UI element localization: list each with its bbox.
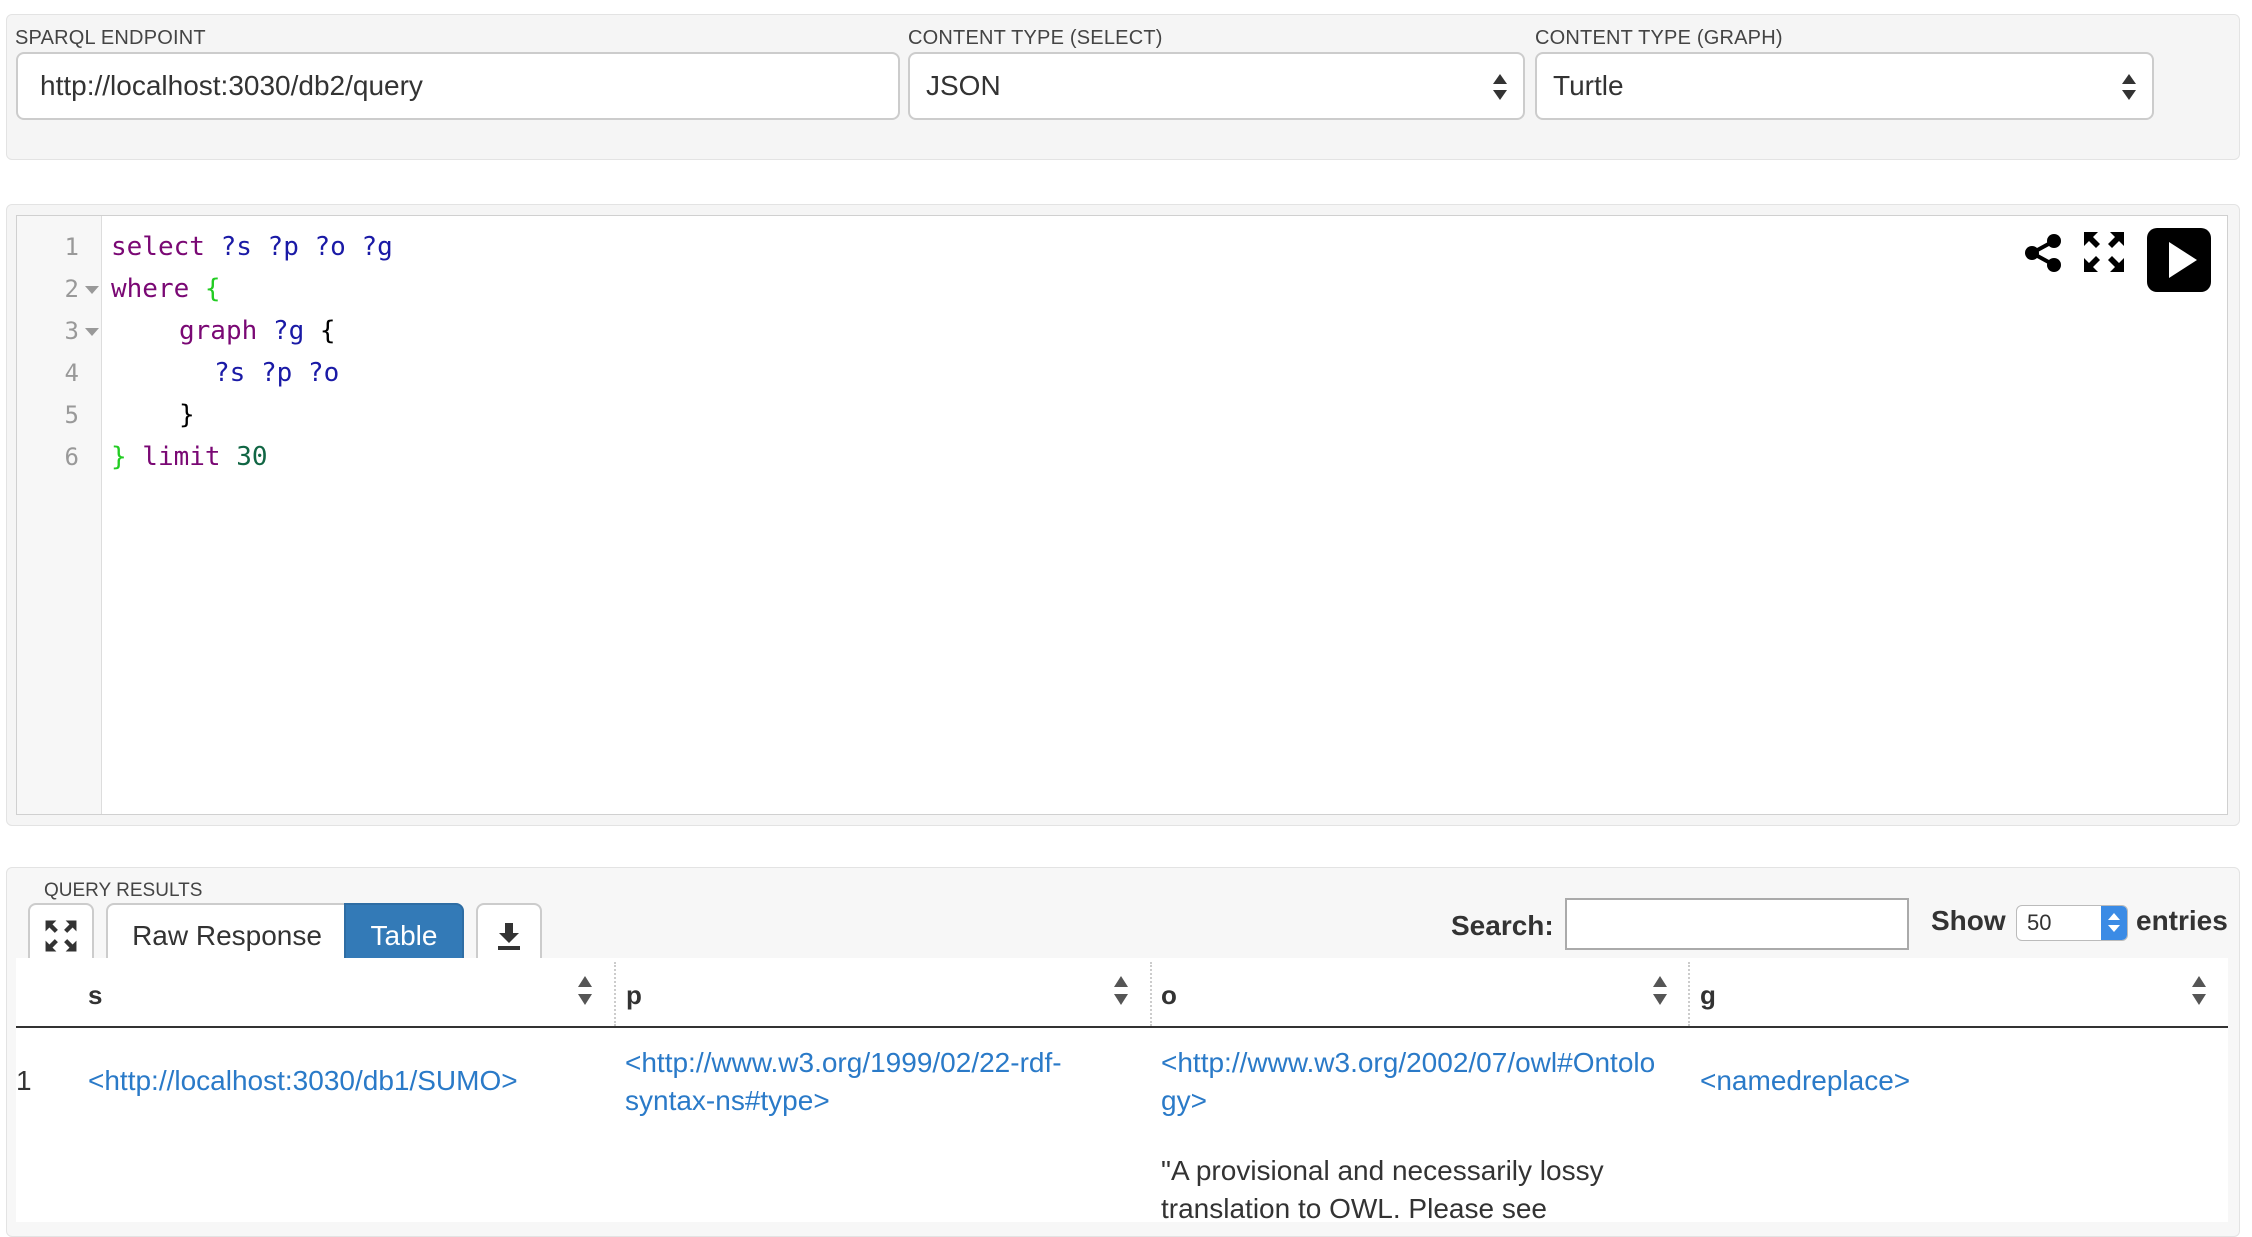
entries-label: entries (2136, 905, 2228, 936)
column-separator (1688, 962, 1690, 1026)
endpoint-label: SPARQL ENDPOINT (15, 27, 206, 49)
sort-icon[interactable] (578, 976, 592, 1008)
download-icon (498, 923, 520, 950)
select-type-label: CONTENT TYPE (SELECT) (908, 27, 1163, 49)
code-line: where { (111, 274, 221, 304)
select-arrows-icon (1493, 74, 1507, 102)
line-number: 3 (64, 317, 79, 345)
results-label: QUERY RESULTS (44, 880, 203, 901)
sort-icon[interactable] (2192, 976, 2206, 1008)
graph-content-type-dropdown[interactable]: Turtle (1535, 52, 2154, 120)
cell-g-link[interactable]: <namedreplace> (1700, 1062, 1910, 1100)
select-content-type-value: JSON (926, 70, 1001, 101)
code-line: } limit 30 (111, 442, 268, 472)
fullscreen-icon[interactable] (2082, 230, 2126, 274)
show-label: Show (1931, 905, 2006, 936)
select-arrows-icon (2122, 74, 2136, 102)
query-editor[interactable]: 1 2 3 4 5 6 select ?s ?p ?o ?g where { g… (16, 215, 2228, 815)
entries-per-page-value: 50 (2027, 910, 2052, 935)
fold-arrow-icon[interactable] (85, 328, 99, 336)
cell-p-link-line1[interactable]: <http://www.w3.org/1999/02/22-rdf- (625, 1044, 1062, 1082)
cell-o-link-line1[interactable]: <http://www.w3.org/2002/07/owl#Ontolo (1161, 1044, 1655, 1082)
select-spinner-icon (2101, 906, 2127, 940)
code-line: select ?s ?p ?o ?g (111, 232, 393, 262)
entries-per-page-select[interactable]: 50 (2016, 905, 2128, 941)
column-header-o[interactable]: o (1161, 980, 1177, 1011)
column-header-g[interactable]: g (1700, 980, 1716, 1011)
line-number: 4 (64, 359, 79, 387)
sort-icon[interactable] (1114, 976, 1128, 1008)
endpoint-input[interactable]: http://localhost:3030/db2/query (16, 52, 900, 120)
column-separator (614, 962, 616, 1026)
code-line: graph ?g { (179, 316, 336, 346)
search-input[interactable] (1565, 898, 1909, 950)
table-header-divider (16, 1026, 2228, 1028)
graph-content-type-value: Turtle (1553, 70, 1624, 101)
line-number: 1 (64, 233, 79, 261)
row-number: 1 (16, 1065, 32, 1096)
line-number: 6 (64, 443, 79, 471)
line-number: 2 (64, 275, 79, 303)
cell-p-link-line2[interactable]: syntax-ns#type> (625, 1082, 830, 1120)
line-number: 5 (64, 401, 79, 429)
cell-s-link[interactable]: <http://localhost:3030/db1/SUMO> (88, 1062, 518, 1100)
cell-o-text-line1: "A provisional and necessarily lossy (1161, 1155, 1604, 1186)
select-content-type-dropdown[interactable]: JSON (908, 52, 1525, 120)
run-query-button[interactable] (2147, 228, 2211, 292)
fullscreen-icon (45, 920, 77, 952)
graph-type-label: CONTENT TYPE (GRAPH) (1535, 27, 1783, 49)
share-icon[interactable] (2022, 232, 2064, 274)
cell-o-text-line2: translation to OWL. Please see (1161, 1193, 1547, 1224)
code-line: } (179, 400, 195, 430)
column-separator (1150, 962, 1152, 1026)
fold-arrow-icon[interactable] (85, 286, 99, 294)
cell-o-link-line2[interactable]: gy> (1161, 1082, 1207, 1120)
editor-gutter: 1 2 3 4 5 6 (17, 216, 102, 814)
sort-icon[interactable] (1653, 976, 1667, 1008)
column-header-s[interactable]: s (88, 980, 102, 1011)
code-line: ?s ?p ?o (214, 358, 340, 388)
column-header-p[interactable]: p (626, 980, 642, 1011)
search-label: Search: (1451, 910, 1554, 941)
